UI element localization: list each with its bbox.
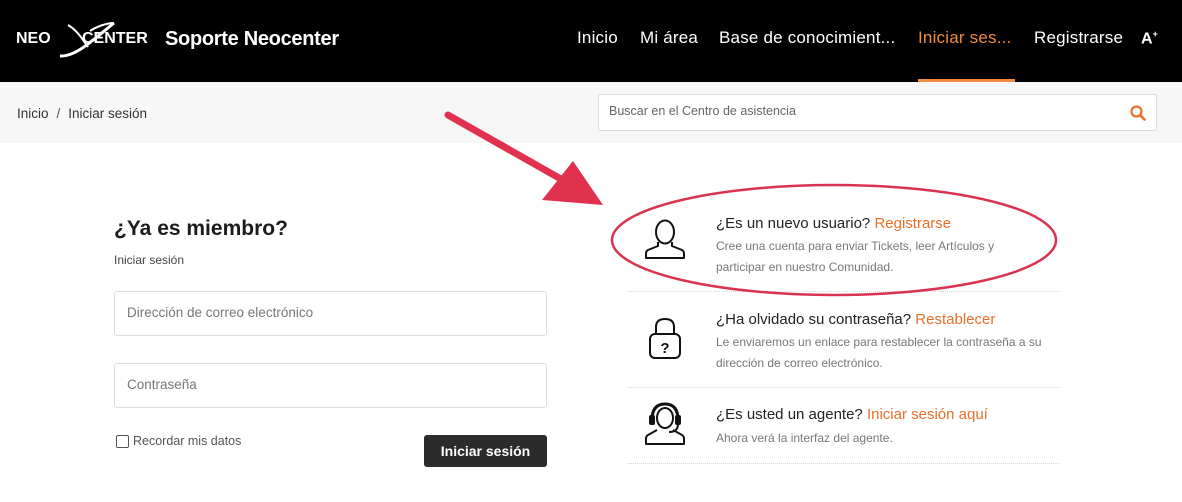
new-user-question: ¿Es un nuevo usuario? Registrarse (716, 215, 952, 232)
breadcrumb: Inicio / Iniciar sesión (17, 106, 147, 121)
email-field[interactable] (127, 305, 527, 320)
remember-me[interactable]: Recordar mis datos (116, 434, 241, 448)
breadcrumb-bar: Inicio / Iniciar sesión (0, 82, 1182, 143)
remember-me-label: Recordar mis datos (133, 434, 242, 448)
new-user-description: Cree una cuenta para enviar Tickets, lee… (716, 239, 995, 274)
text-size-icon[interactable]: A+ (1141, 29, 1158, 48)
headset-agent-icon (645, 402, 685, 445)
forgot-password-question: ¿Ha olvidado su contraseña? Restablecer (716, 311, 996, 328)
search-input[interactable] (609, 104, 1109, 118)
nav-item-iniciar-sesion[interactable]: Iniciar ses... (918, 28, 1012, 48)
option-agent: ¿Es usted un agente? Iniciar sesión aquí… (627, 388, 1060, 464)
logo-text-center: CENTER (82, 30, 148, 47)
reset-password-link[interactable]: Restablecer (915, 311, 995, 328)
nav-item-registrarse[interactable]: Registrarse (1034, 28, 1123, 48)
annotation-arrow-head (542, 161, 603, 205)
nav-item-inicio[interactable]: Inicio (577, 28, 618, 48)
lock-question-icon: ? (649, 317, 681, 359)
breadcrumb-current: Iniciar sesión (68, 106, 148, 121)
nav-item-base-de-conocimiento[interactable]: Base de conocimient... (719, 28, 895, 48)
forgot-password-description: Le enviaremos un enlace para restablecer… (716, 335, 1042, 370)
nav-item-mi-area[interactable]: Mi área (640, 28, 698, 48)
agent-question: ¿Es usted un agente? Iniciar sesión aquí (716, 406, 988, 423)
login-button[interactable]: Iniciar sesión (424, 435, 547, 467)
svg-text:?: ? (660, 340, 669, 357)
remember-me-checkbox[interactable] (116, 434, 129, 448)
agent-login-link[interactable]: Iniciar sesión aquí (867, 406, 988, 423)
email-field-wrapper (114, 291, 547, 336)
top-navigation-bar: NEO CENTER Soporte Neocenter Inicio Mi á… (0, 0, 1182, 82)
login-title: ¿Ya es miembro? (114, 217, 288, 240)
logo-text-neo: NEO (16, 30, 51, 47)
option-new-user: ¿Es un nuevo usuario? Registrarse Cree u… (627, 204, 1060, 292)
breadcrumb-separator: / (56, 106, 61, 121)
user-icon (645, 219, 685, 259)
login-subtitle: Iniciar sesión (114, 253, 185, 267)
register-link[interactable]: Registrarse (874, 215, 951, 232)
option-forgot-password: ? ¿Ha olvidado su contraseña? Restablece… (627, 292, 1060, 388)
breadcrumb-home-link[interactable]: Inicio (17, 106, 49, 121)
search-icon[interactable] (1129, 104, 1147, 122)
password-field[interactable] (127, 377, 527, 392)
neocenter-logo[interactable]: NEO CENTER (16, 17, 156, 61)
site-title: Soporte Neocenter (165, 28, 339, 50)
password-field-wrapper (114, 363, 547, 408)
agent-description: Ahora verá la interfaz del agente. (716, 431, 893, 445)
search-box (598, 94, 1157, 131)
